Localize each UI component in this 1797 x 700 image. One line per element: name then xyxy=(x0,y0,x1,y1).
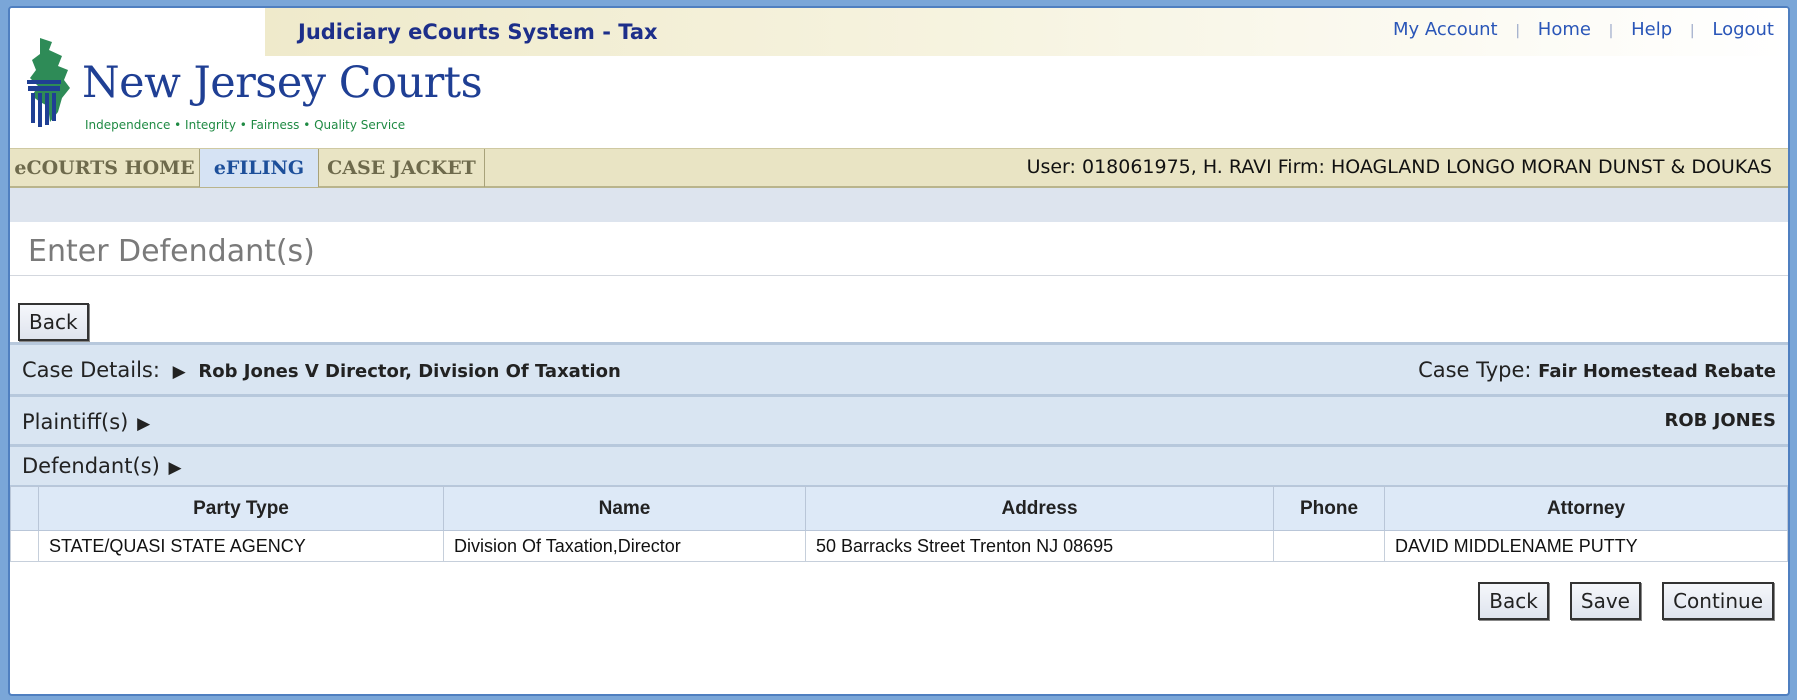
logo-name: New Jersey Courts xyxy=(82,58,483,108)
defendants-header[interactable]: Defendant(s) ▶ xyxy=(22,454,188,478)
tab-ecourts-home[interactable]: eCOURTS HOME xyxy=(10,149,200,187)
link-separator: | xyxy=(1608,23,1614,39)
defendants-section: Defendant(s) ▶ xyxy=(10,444,1788,486)
home-link[interactable]: Home xyxy=(1538,19,1591,40)
col-header-name: Name xyxy=(443,486,806,531)
triangle-right-icon[interactable]: ▶ xyxy=(173,362,186,382)
defendants-table: Party Type Name Address Phone Attorney S… xyxy=(10,486,1788,562)
logout-link[interactable]: Logout xyxy=(1712,19,1774,40)
cell-attorney: DAVID MIDDLENAME PUTTY xyxy=(1384,530,1788,562)
logo-tagline: Independence • Integrity • Fairness • Qu… xyxy=(85,118,406,132)
help-link[interactable]: Help xyxy=(1631,19,1672,40)
nj-courts-logo[interactable]: New Jersey Courts Independence • Integri… xyxy=(22,36,483,142)
cell-name: Division Of Taxation,Director xyxy=(443,530,806,562)
col-header-select xyxy=(10,486,39,531)
nj-courts-logo-icon xyxy=(27,38,70,127)
top-links: My Account | Home | Help | Logout xyxy=(1393,19,1774,40)
row-select-cell[interactable] xyxy=(10,530,39,562)
cell-party-type: STATE/QUASI STATE AGENCY xyxy=(38,530,444,562)
triangle-right-icon[interactable]: ▶ xyxy=(168,458,181,478)
plaintiffs-label: Plaintiff(s) xyxy=(22,410,129,434)
case-details-section: Case Details: ▶ Rob Jones V Director, Di… xyxy=(10,342,1788,394)
page-title: Enter Defendant(s) xyxy=(10,222,1788,276)
plaintiffs-header[interactable]: Plaintiff(s) ▶ xyxy=(22,410,156,434)
cell-phone xyxy=(1273,530,1385,562)
col-header-address: Address xyxy=(805,486,1274,531)
case-details-label: Case Details: xyxy=(22,358,160,382)
case-details-value: Rob Jones V Director, Division Of Taxati… xyxy=(198,361,621,382)
back-button-top[interactable]: Back xyxy=(18,303,89,341)
link-separator: | xyxy=(1689,23,1695,39)
action-bar: Back Save Continue xyxy=(10,562,1788,620)
col-header-party-type: Party Type xyxy=(38,486,444,531)
case-type-label: Case Type: xyxy=(1418,358,1532,382)
triangle-right-icon[interactable]: ▶ xyxy=(137,414,150,434)
main-nav: eCOURTS HOME eFILING CASE JACKET User: 0… xyxy=(10,148,1788,188)
tab-efiling[interactable]: eFILING xyxy=(200,149,319,187)
link-separator: | xyxy=(1515,23,1521,39)
back-button[interactable]: Back xyxy=(1478,582,1549,620)
my-account-link[interactable]: My Account xyxy=(1393,19,1498,40)
window-frame: Judiciary eCourts System - Tax My Accoun… xyxy=(8,6,1790,696)
cell-address: 50 Barracks Street Trenton NJ 08695 xyxy=(805,530,1274,562)
save-button[interactable]: Save xyxy=(1569,582,1641,620)
user-firm-info: User: 018061975, H. RAVI Firm: HOAGLAND … xyxy=(1026,156,1772,178)
table-row[interactable]: STATE/QUASI STATE AGENCY Division Of Tax… xyxy=(10,530,1788,562)
top-back-row: Back xyxy=(10,276,1788,342)
case-type-value: Fair Homestead Rebate xyxy=(1538,361,1776,382)
col-header-phone: Phone xyxy=(1273,486,1385,531)
table-header-row: Party Type Name Address Phone Attorney xyxy=(10,486,1788,531)
continue-button[interactable]: Continue xyxy=(1662,582,1774,620)
col-header-attorney: Attorney xyxy=(1384,486,1788,531)
site-header: Judiciary eCourts System - Tax My Accoun… xyxy=(10,8,1788,148)
defendants-label: Defendant(s) xyxy=(22,454,160,478)
case-type: Case Type: Fair Homestead Rebate xyxy=(1418,358,1776,382)
sub-nav-strip xyxy=(10,188,1788,222)
tab-case-jacket[interactable]: CASE JACKET xyxy=(319,149,485,187)
plaintiff-name: ROB JONES xyxy=(1664,410,1776,431)
case-details: Case Details: ▶ Rob Jones V Director, Di… xyxy=(22,358,621,382)
plaintiffs-section: Plaintiff(s) ▶ ROB JONES xyxy=(10,394,1788,444)
